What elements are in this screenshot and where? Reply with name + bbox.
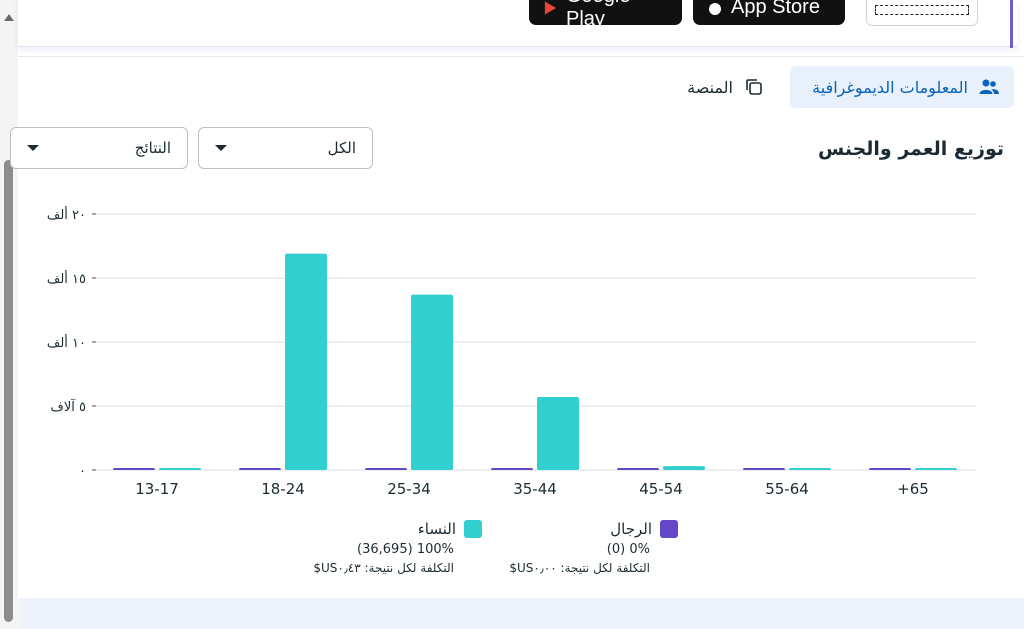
x-tick-label: 55-64 [765, 480, 809, 498]
card-accent-bar [1010, 0, 1013, 48]
x-tick-label: 18-24 [261, 480, 305, 498]
next-card-edge [18, 598, 1024, 629]
tab-demographics-label: المعلومات الديموغرافية [812, 77, 968, 97]
bar-men [113, 468, 155, 470]
google-play-label: Google Play [565, 0, 631, 30]
y-tick-label: ٥ آلاف [50, 398, 86, 415]
bar-women [159, 468, 201, 470]
bar-men [239, 468, 281, 470]
legend-women: النساء 100% (36,695) التكلفة لكل نتيجة: … [290, 520, 482, 575]
filter-results-label: النتائج [134, 139, 171, 157]
apple-icon [709, 2, 721, 15]
x-tick-label: 13-17 [135, 480, 179, 498]
legend-men-name: الرجال [610, 520, 652, 538]
bar-men [617, 468, 659, 470]
legend-women-swatch [464, 520, 482, 538]
scroll-up-arrow-icon[interactable] [4, 14, 14, 21]
x-tick-label: 45-54 [639, 480, 683, 498]
filter-all-label: الكل [327, 139, 356, 157]
google-play-icon [544, 0, 557, 15]
filter-all-dropdown[interactable]: الكل [198, 127, 373, 169]
section-title: توزيع العمر والجنس [817, 138, 1004, 160]
bar-women [789, 468, 831, 470]
tab-platform[interactable]: المنصة [665, 66, 779, 108]
tab-platform-label: المنصة [687, 77, 733, 97]
x-tick-label: +65 [897, 480, 929, 498]
legend-men-stat: 0% (0) [606, 542, 650, 557]
bar-women [537, 397, 579, 470]
filter-results-dropdown[interactable]: النتائج [10, 127, 188, 169]
qr-code-icon [875, 5, 969, 15]
qr-code-button[interactable] [866, 0, 978, 26]
google-play-button[interactable]: Google Play [529, 0, 682, 30]
y-tick-label: ٢٠ ألف [47, 206, 86, 223]
legend-men-cost: التكلفة لكل نتيجة: ‏٠٫٠٠‏US$ [509, 561, 650, 575]
bar-men [365, 468, 407, 470]
caret-down-icon [27, 145, 39, 151]
x-tick-label: 35-44 [513, 480, 557, 498]
legend-women-stat: 100% (36,695) [357, 542, 454, 557]
bar-women [915, 468, 957, 470]
y-tick-label: ٠ [79, 464, 86, 479]
y-tick-label: ١٥ ألف [47, 270, 86, 287]
app-store-label: App Store [731, 0, 820, 18]
copy-icon [746, 79, 762, 95]
bar-women [663, 466, 705, 470]
app-store-button[interactable]: App Store [693, 0, 845, 25]
legend-women-name: النساء [417, 520, 456, 538]
caret-down-icon [215, 145, 227, 151]
bar-women [285, 253, 327, 470]
bar-men [869, 468, 911, 470]
bar-men [743, 468, 785, 470]
y-tick-label: ١٠ ألف [47, 334, 86, 351]
bar-men [491, 468, 533, 470]
tab-demographics[interactable]: المعلومات الديموغرافية [790, 66, 1014, 108]
legend-women-cost: التكلفة لكل نتيجة: ‏٠٫٤٣‏US$ [313, 561, 454, 575]
people-icon [979, 79, 999, 94]
legend-men-swatch [660, 520, 678, 538]
legend-men: الرجال 0% (0) التكلفة لكل نتيجة: ‏٠٫٠٠‏U… [500, 520, 678, 575]
bar-women [411, 294, 453, 470]
age-gender-bar-chart: ٠ ٥ آلاف ١٠ ألف ١٥ ألف ٢٠ ألف 13-17 18-24 25-34… [47, 206, 976, 498]
x-tick-label: 25-34 [387, 480, 431, 498]
